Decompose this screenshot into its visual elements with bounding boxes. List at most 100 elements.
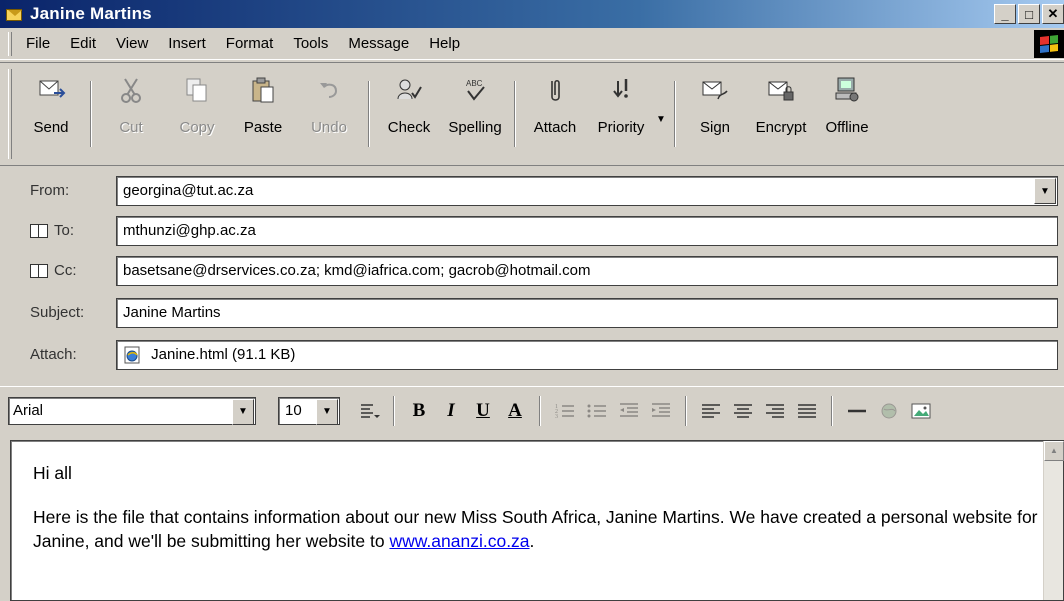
body-greeting: Hi all: [33, 463, 72, 483]
toolbar-separator: [514, 81, 516, 147]
numbered-list-button[interactable]: 123: [550, 396, 580, 426]
html-file-icon: [124, 346, 140, 364]
menu-grip[interactable]: [8, 31, 12, 56]
font-size-dropdown-button[interactable]: ▼: [316, 398, 338, 425]
increase-indent-icon: [652, 402, 670, 417]
paste-button[interactable]: Paste: [230, 63, 296, 165]
decrease-indent-button[interactable]: [614, 396, 644, 426]
maximize-button[interactable]: □: [1018, 4, 1040, 24]
scroll-up-button[interactable]: ▲: [1044, 441, 1064, 461]
undo-label: Undo: [311, 119, 347, 136]
insert-picture-button[interactable]: [906, 396, 936, 426]
windows-logo-icon: [1034, 30, 1064, 58]
sign-button[interactable]: Sign: [682, 63, 748, 165]
address-book-icon: [30, 263, 48, 278]
menu-format[interactable]: Format: [226, 35, 274, 52]
close-button[interactable]: ✕: [1042, 4, 1064, 24]
font-size-select[interactable]: 10 ▼: [278, 396, 340, 425]
font-color-button[interactable]: A: [500, 396, 530, 426]
from-select[interactable]: georgina@tut.ac.za ▼: [116, 176, 1058, 206]
cc-label: Cc:: [54, 262, 77, 279]
italic-button[interactable]: I: [436, 396, 466, 426]
format-separator: [393, 395, 395, 426]
attach-label: Attach:: [30, 346, 77, 363]
priority-button[interactable]: Priority: [588, 63, 654, 165]
font-value: Arial: [13, 401, 44, 419]
message-icon: [6, 6, 24, 22]
horizontal-line-button[interactable]: [842, 396, 872, 426]
subject-field[interactable]: Janine Martins: [116, 298, 1058, 328]
menu-edit[interactable]: Edit: [70, 35, 96, 52]
offline-button[interactable]: Offline: [814, 63, 880, 165]
address-book-icon: [30, 223, 48, 238]
window-controls: _ □ ✕: [994, 4, 1064, 24]
insert-hyperlink-button[interactable]: [874, 396, 904, 426]
decrease-indent-icon: [620, 402, 638, 417]
menu-view[interactable]: View: [116, 35, 148, 52]
copy-button[interactable]: Copy: [164, 63, 230, 165]
cc-value: basetsane@drservices.co.za; kmd@iafrica.…: [123, 262, 591, 279]
check-names-button[interactable]: Check: [376, 63, 442, 165]
bulleted-list-button[interactable]: [582, 396, 612, 426]
attach-field[interactable]: Janine.html (91.1 KB): [116, 340, 1058, 370]
check-names-icon: [397, 79, 422, 100]
cc-label-group[interactable]: Cc:: [30, 262, 77, 279]
align-left-icon: [702, 403, 720, 418]
format-separator: [831, 395, 833, 426]
svg-text:ABC: ABC: [466, 79, 483, 88]
menu-file[interactable]: File: [26, 35, 50, 52]
encrypt-button[interactable]: Encrypt: [748, 63, 814, 165]
font-dropdown-button[interactable]: ▼: [232, 398, 254, 425]
underline-button[interactable]: U: [468, 396, 498, 426]
clipboard-icon: [252, 77, 274, 103]
sign-icon: [702, 81, 728, 100]
attach-button[interactable]: Attach: [522, 63, 588, 165]
send-button[interactable]: Send: [18, 63, 84, 165]
menu-message[interactable]: Message: [348, 35, 409, 52]
align-left-button[interactable]: [696, 396, 726, 426]
cut-button[interactable]: Cut: [98, 63, 164, 165]
attach-label: Attach: [533, 119, 577, 136]
font-select[interactable]: Arial ▼: [8, 396, 256, 425]
from-dropdown-button[interactable]: ▼: [1034, 178, 1056, 204]
message-body[interactable]: Hi all Here is the file that contains in…: [10, 440, 1064, 601]
toolbar-grip[interactable]: [8, 69, 12, 159]
undo-icon: [320, 83, 338, 98]
align-right-icon: [766, 403, 784, 418]
spelling-label: Spelling: [448, 119, 502, 136]
to-label-group[interactable]: To:: [30, 222, 74, 239]
numbered-list-icon: 123: [555, 404, 574, 420]
format-toolbar: Arial ▼ 10 ▼ B I U A 123: [0, 386, 1064, 434]
vertical-scrollbar[interactable]: ▲: [1043, 441, 1064, 600]
priority-icon: [613, 79, 628, 98]
align-center-icon: [734, 403, 752, 418]
bold-button[interactable]: B: [404, 396, 434, 426]
offline-label: Offline: [825, 119, 869, 136]
priority-label: Priority: [597, 119, 645, 136]
from-row: From: georgina@tut.ac.za ▼: [0, 174, 1064, 208]
undo-button[interactable]: Undo: [296, 63, 362, 165]
paste-label: Paste: [243, 119, 283, 136]
spelling-icon: ABC: [466, 79, 485, 101]
copy-icon: [186, 78, 207, 102]
menu-tools[interactable]: Tools: [293, 35, 328, 52]
svg-text:3: 3: [555, 414, 558, 420]
attachment-name[interactable]: Janine.html (91.1 KB): [151, 346, 295, 363]
spelling-button[interactable]: ABC Spelling: [442, 63, 508, 165]
priority-dropdown-arrow[interactable]: ▼: [654, 63, 668, 165]
copy-label: Copy: [179, 119, 215, 136]
align-center-button[interactable]: [728, 396, 758, 426]
increase-indent-button[interactable]: [646, 396, 676, 426]
website-link[interactable]: www.ananzi.co.za: [389, 531, 529, 551]
cc-field[interactable]: basetsane@drservices.co.za; kmd@iafrica.…: [116, 256, 1058, 286]
format-separator: [539, 395, 541, 426]
lock-envelope-icon: [768, 81, 794, 101]
minimize-button[interactable]: _: [994, 4, 1016, 24]
align-right-button[interactable]: [760, 396, 790, 426]
paragraph-style-button[interactable]: [354, 396, 384, 426]
to-field[interactable]: mthunzi@ghp.ac.za: [116, 216, 1058, 246]
menu-help[interactable]: Help: [429, 35, 460, 52]
paragraph-style-icon: [361, 403, 380, 418]
justify-button[interactable]: [792, 396, 822, 426]
menu-insert[interactable]: Insert: [168, 35, 206, 52]
